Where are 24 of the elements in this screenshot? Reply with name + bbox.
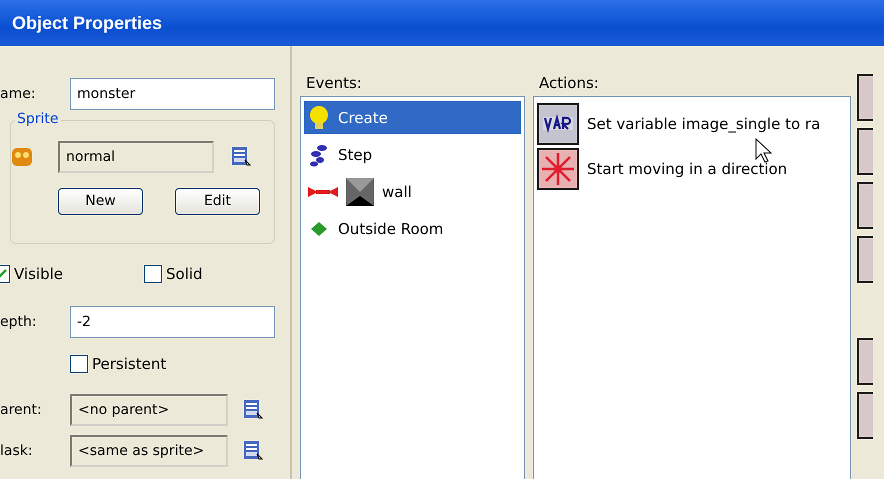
events-label: Events: [305,74,363,94]
field-label: arent: [0,402,43,418]
group-label: Sprite [15,111,61,127]
sprite-field[interactable]: normal [58,141,214,173]
checkbox-label: Visible [14,265,63,283]
action-item[interactable]: Set variable image_single to ra [587,114,820,132]
checkbox-label: Persistent [92,355,166,373]
field-label: epth: [0,314,38,330]
parent-field[interactable]: <no parent> [70,394,228,426]
event-item[interactable]: Outside Room [304,212,521,245]
event-item[interactable]: Create [304,101,521,134]
action-item[interactable]: Start moving in a direction [587,160,788,178]
edit-button[interactable]: Edit [175,188,260,214]
event-item[interactable]: wall [304,175,521,208]
new-button[interactable]: New [58,188,143,214]
field-label: ame: [0,86,37,102]
window-title: Object Properties [12,12,162,34]
name-field[interactable]: monster [70,78,275,110]
field-label: lask: [0,442,34,458]
event-item[interactable]: Step [304,138,521,171]
checkbox-label: Solid [166,265,203,283]
actions-label: Actions: [538,74,600,94]
mask-field[interactable]: <same as sprite> [70,434,228,466]
depth-field[interactable]: -2 [70,306,275,338]
